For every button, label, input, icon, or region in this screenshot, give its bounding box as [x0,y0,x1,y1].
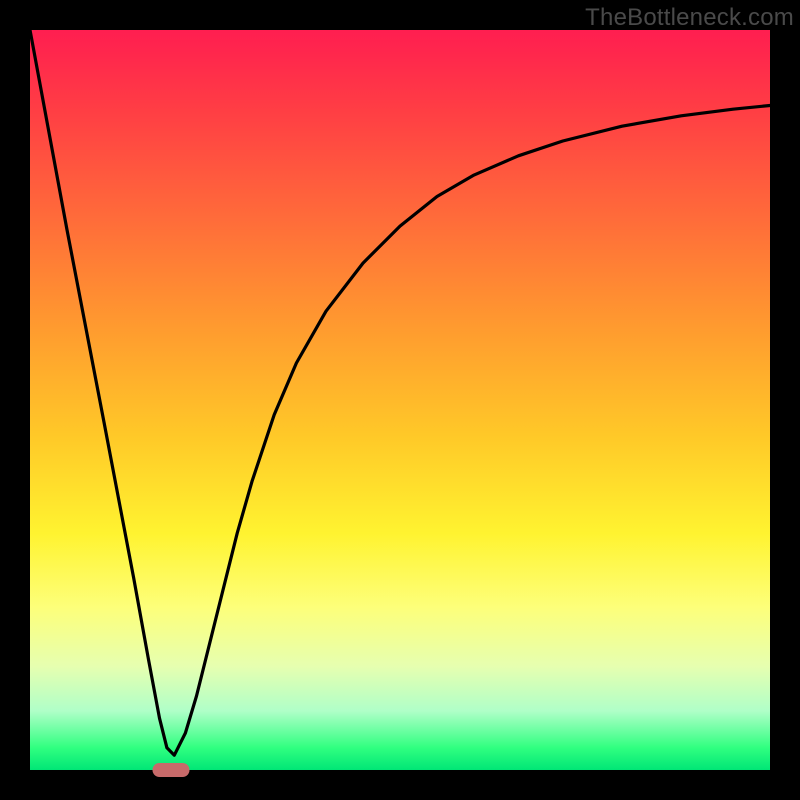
watermark-text: TheBottleneck.com [585,4,794,32]
chart-curve [30,30,770,770]
chart-outer-frame: TheBottleneck.com [0,0,800,800]
chart-min-marker [152,763,189,777]
chart-plot-area [30,30,770,770]
chart-curve-path [30,30,770,755]
